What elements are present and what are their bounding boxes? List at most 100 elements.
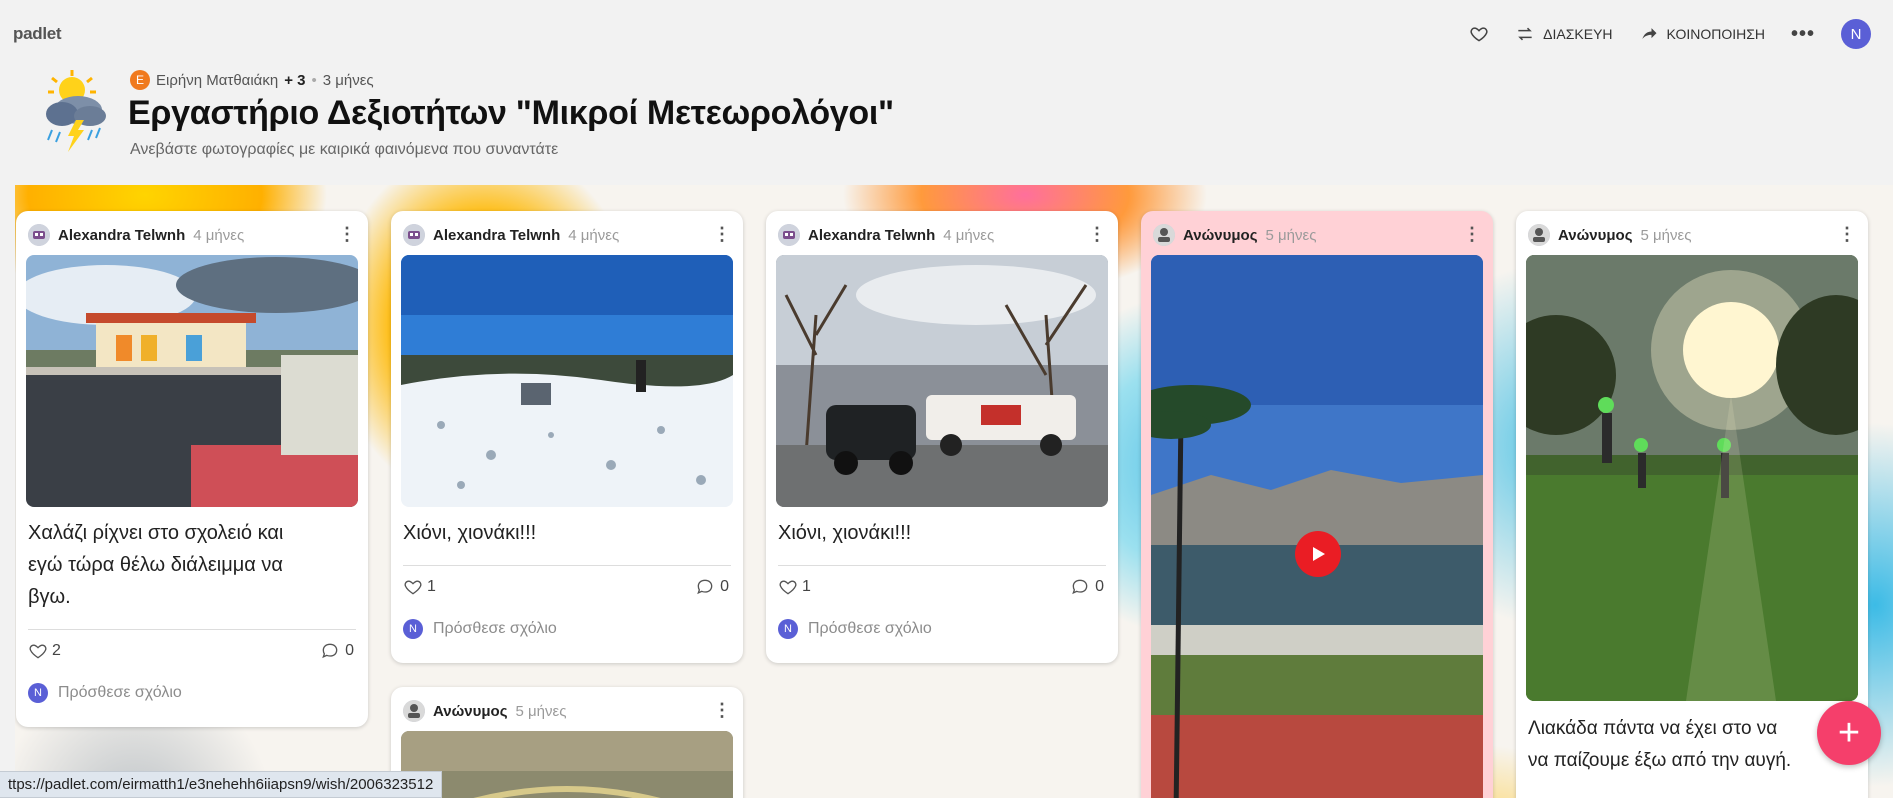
owner-avatar[interactable]: Ε bbox=[130, 70, 150, 90]
post-menu-button[interactable]: ⋮ bbox=[713, 699, 731, 721]
anonymous-avatar-icon bbox=[403, 700, 425, 722]
add-comment-field[interactable]: N Πρόσθεσε σχόλιο bbox=[28, 683, 182, 703]
like-count: 1 bbox=[802, 578, 811, 595]
padlet-logo[interactable]: padlet bbox=[13, 24, 62, 44]
top-bar: padlet ΔΙΑΣΚΕΥΗ ΚΟΙΝΟΠΟΙΗΣΗ ••• N bbox=[0, 0, 1893, 70]
comment-count-button[interactable]: 0 bbox=[1070, 577, 1104, 597]
heart-icon bbox=[404, 580, 422, 595]
post-author[interactable]: Ανώνυμος bbox=[433, 703, 508, 720]
like-wall-button[interactable] bbox=[1469, 24, 1489, 44]
remix-button[interactable]: ΔΙΑΣΚΕΥΗ bbox=[1515, 24, 1613, 44]
post-author[interactable]: Alexandra Telwnh bbox=[58, 227, 185, 244]
post-menu-button[interactable]: ⋮ bbox=[338, 223, 356, 245]
comment-icon bbox=[1072, 579, 1088, 595]
post-menu-button[interactable]: ⋮ bbox=[713, 223, 731, 245]
share-button[interactable]: ΚΟΙΝΟΠΟΙΗΣΗ bbox=[1639, 24, 1765, 44]
avatar[interactable] bbox=[403, 224, 425, 246]
user-avatar: N bbox=[403, 619, 423, 639]
heart-icon bbox=[29, 644, 47, 659]
add-comment-placeholder: Πρόσθεσε σχόλιο bbox=[58, 684, 182, 701]
like-button[interactable]: 1 bbox=[778, 577, 811, 597]
like-button[interactable]: 2 bbox=[28, 641, 61, 661]
post-card[interactable]: Alexandra Telwnh 4 μήνες ⋮ Χαλάζι ρίχνει… bbox=[16, 211, 368, 727]
add-comment-field[interactable]: N Πρόσθεσε σχόλιο bbox=[403, 619, 557, 639]
add-comment-field[interactable]: N Πρόσθεσε σχόλιο bbox=[778, 619, 932, 639]
post-card[interactable]: Ανώνυμος 5 μήνες ⋮ Λιακάδα πάντα να έχει… bbox=[1516, 211, 1868, 798]
post-header: Alexandra Telwnh 4 μήνες ⋮ bbox=[28, 223, 358, 247]
remix-label: ΔΙΑΣΚΕΥΗ bbox=[1543, 26, 1613, 42]
remix-icon bbox=[1518, 27, 1532, 41]
robot-avatar-icon bbox=[778, 224, 800, 246]
post-card[interactable]: Ανώνυμος 5 μήνες ⋮ bbox=[1141, 211, 1493, 798]
post-time: 4 μήνες bbox=[943, 226, 995, 244]
owner-name[interactable]: Ειρήνη Ματθαιάκη bbox=[156, 72, 278, 89]
post-card[interactable]: Alexandra Telwnh 4 μήνες ⋮ Χιόνι, χιονάκ… bbox=[391, 211, 743, 663]
comment-count-button[interactable]: 0 bbox=[320, 641, 354, 661]
post-time: 5 μήνες bbox=[1265, 226, 1317, 244]
comment-icon bbox=[322, 643, 338, 659]
post-photo[interactable] bbox=[401, 255, 733, 507]
post-header: Alexandra Telwnh 4 μήνες ⋮ bbox=[778, 223, 1108, 247]
post-menu-button[interactable]: ⋮ bbox=[1838, 223, 1856, 245]
avatar[interactable] bbox=[1528, 224, 1550, 246]
post-menu-button[interactable]: ⋮ bbox=[1463, 223, 1481, 245]
header-actions: ΔΙΑΣΚΕΥΗ ΚΟΙΝΟΠΟΙΗΣΗ ••• N bbox=[1469, 16, 1871, 52]
post-time: 5 μήνες bbox=[1640, 226, 1692, 244]
post-card[interactable]: Alexandra Telwnh 4 μήνες ⋮ Χιόνι, χιονάκ… bbox=[766, 211, 1118, 663]
page-subtitle: Ανεβάστε φωτογραφίες με καιρικά φαινόμεν… bbox=[130, 141, 559, 158]
user-avatar[interactable]: N bbox=[1841, 19, 1871, 49]
like-button[interactable]: 1 bbox=[403, 577, 436, 597]
post-header: Ανώνυμος 5 μήνες ⋮ bbox=[403, 699, 733, 723]
divider bbox=[403, 565, 731, 566]
divider bbox=[28, 629, 356, 630]
avatar[interactable] bbox=[403, 700, 425, 722]
more-options-button[interactable]: ••• bbox=[1791, 23, 1815, 46]
add-comment-placeholder: Πρόσθεσε σχόλιο bbox=[433, 620, 557, 637]
user-avatar: N bbox=[778, 619, 798, 639]
post-time: 4 μήνες bbox=[568, 226, 620, 244]
post-photo[interactable] bbox=[776, 255, 1108, 507]
avatar[interactable] bbox=[1153, 224, 1175, 246]
anonymous-avatar-icon bbox=[1528, 224, 1550, 246]
meta-separator: • bbox=[311, 71, 317, 89]
robot-avatar-icon bbox=[28, 224, 50, 246]
comment-count: 0 bbox=[720, 578, 729, 595]
robot-avatar-icon bbox=[403, 224, 425, 246]
post-time: 4 μήνες bbox=[193, 226, 245, 244]
post-header: Ανώνυμος 5 μήνες ⋮ bbox=[1528, 223, 1858, 247]
divider bbox=[778, 565, 1106, 566]
post-text: Χιόνι, χιονάκι!!! bbox=[778, 522, 912, 544]
play-button[interactable] bbox=[1295, 531, 1341, 577]
post-author[interactable]: Alexandra Telwnh bbox=[433, 227, 560, 244]
link-status-bar: ttps://padlet.com/eirmatth1/e3nehehh6iia… bbox=[0, 771, 443, 798]
add-post-button[interactable]: + bbox=[1817, 701, 1881, 765]
wall-meta: Ε Ειρήνη Ματθαιάκη + 3 • 3 μήνες bbox=[130, 70, 374, 90]
comment-icon bbox=[697, 579, 713, 595]
post-text-line: βγω. bbox=[28, 586, 71, 608]
user-avatar: N bbox=[28, 683, 48, 703]
page-title: Εργαστήριο Δεξιοτήτων "Μικροί Μετεωρολόγ… bbox=[128, 94, 894, 132]
post-photo[interactable] bbox=[1526, 255, 1858, 701]
avatar[interactable] bbox=[778, 224, 800, 246]
post-card[interactable]: Ανώνυμος 5 μήνες ⋮ bbox=[391, 687, 743, 798]
weather-wall-icon bbox=[46, 70, 106, 152]
post-author[interactable]: Ανώνυμος bbox=[1558, 227, 1633, 244]
add-comment-placeholder: Πρόσθεσε σχόλιο bbox=[808, 620, 932, 637]
post-author[interactable]: Alexandra Telwnh bbox=[808, 227, 935, 244]
post-text: Χιόνι, χιονάκι!!! bbox=[403, 522, 537, 544]
comment-count-button[interactable]: 0 bbox=[695, 577, 729, 597]
comment-count: 0 bbox=[1095, 578, 1104, 595]
play-icon bbox=[1313, 547, 1325, 561]
avatar[interactable] bbox=[28, 224, 50, 246]
post-text: Λιακάδα πάντα να έχει στο να να παίζουμε… bbox=[1528, 713, 1868, 777]
post-text-line: να παίζουμε έξω από την αυγή. bbox=[1528, 750, 1792, 771]
share-arrow-icon bbox=[1641, 28, 1657, 39]
post-menu-button[interactable]: ⋮ bbox=[1088, 223, 1106, 245]
post-photo[interactable] bbox=[401, 731, 733, 798]
post-video-thumbnail[interactable] bbox=[1151, 255, 1483, 798]
post-header: Ανώνυμος 5 μήνες ⋮ bbox=[1153, 223, 1483, 247]
post-text-line: εγώ τώρα θέλω διάλειμμα να bbox=[28, 554, 283, 576]
post-photo[interactable] bbox=[26, 255, 358, 507]
collaborators-count[interactable]: + 3 bbox=[284, 72, 305, 89]
post-author[interactable]: Ανώνυμος bbox=[1183, 227, 1258, 244]
